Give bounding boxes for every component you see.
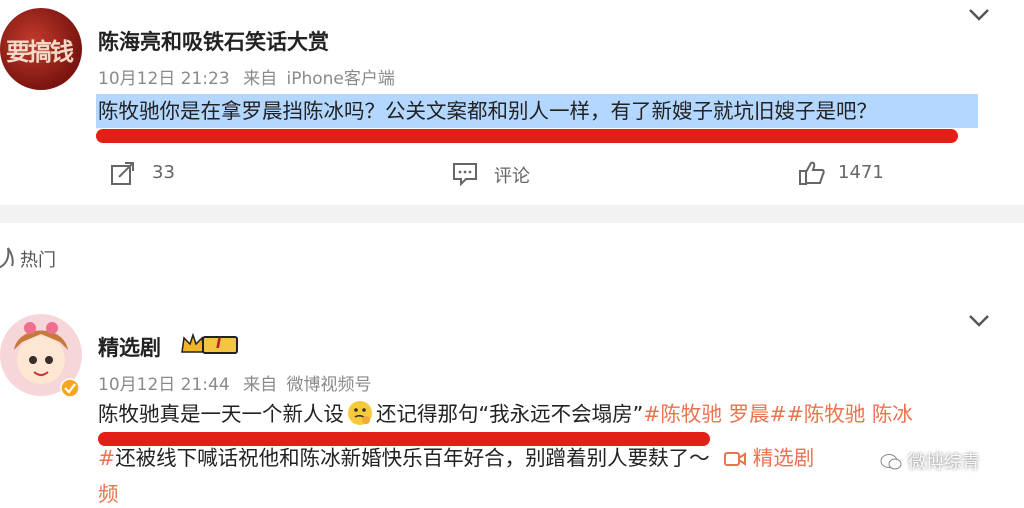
post-text-line-1: 陈牧驰真是一天一个新人设 还记得那句“我永远不会塌房”#陈牧驰 罗晨##陈牧驰 … (98, 400, 913, 428)
hashtag-link[interactable]: #陈牧驰 罗晨##陈牧驰 陈冰 (643, 402, 913, 426)
post-source: iPhone客户端 (286, 69, 395, 89)
avatar-text: 要搞钱 (6, 38, 74, 66)
thinking-emoji-icon (346, 400, 374, 426)
vip-badge[interactable]: I (180, 332, 240, 356)
post-card-1: 要搞钱 陈海亮和吸铁石笑话大赏 10月12日 21:23 来自 iPhone客户… (0, 0, 1024, 205)
source-prefix: 来自 (243, 375, 278, 395)
video-link[interactable]: 精选剧 (724, 446, 814, 470)
post-card-2: 精选剧 I 10月12日 21:44 来自 微博视频号 陈牧驰真是一天一个新人设… (0, 300, 1024, 506)
repost-count[interactable]: 33 (152, 162, 175, 183)
comment-label[interactable]: 评论 (494, 162, 530, 188)
video-link-label: 精选剧 (752, 446, 815, 470)
post-source: 微博视频号 (286, 375, 372, 395)
like-count[interactable]: 1471 (838, 162, 884, 183)
comment-icon[interactable] (452, 162, 478, 186)
like-icon[interactable] (798, 160, 826, 186)
post-meta: 10月12日 21:44 来自 微博视频号 (98, 370, 371, 395)
post-text-line-2: #还被线下喊话祝他和陈冰新婚快乐百年好合，别蹭着别人要麸了～ 精选剧 (98, 444, 814, 472)
repost-icon[interactable] (110, 160, 136, 186)
hashtag-link[interactable]: # (98, 446, 115, 470)
author-name[interactable]: 精选剧 (98, 332, 161, 362)
post-text: 陈牧驰你是在拿罗晨挡陈冰吗？公关文案都和别人一样，有了新嫂子就坑旧嫂子是吧？ (98, 99, 877, 123)
chevron-down-icon[interactable] (968, 314, 990, 328)
red-underline (96, 129, 958, 143)
text-segment: 还记得那句“我永远不会塌房” (376, 402, 644, 426)
section-divider (0, 205, 1024, 223)
hot-icon (0, 247, 14, 269)
video-icon (724, 452, 747, 466)
verified-icon (60, 378, 80, 398)
text-segment: 还被线下喊话祝他和陈冰新婚快乐百年好合，别蹭着别人要麸了～ (115, 446, 710, 470)
wechat-icon (880, 454, 902, 470)
watermark-text: 微博综青 (907, 452, 980, 473)
avatar[interactable]: 要搞钱 (0, 8, 82, 90)
source-prefix: 来自 (243, 69, 278, 89)
chevron-down-icon[interactable] (968, 8, 990, 22)
post-meta: 10月12日 21:23 来自 iPhone客户端 (98, 64, 395, 89)
author-name[interactable]: 陈海亮和吸铁石笑话大赏 (98, 26, 329, 56)
watermark: 微博综青 (880, 448, 1000, 476)
text-segment: 陈牧驰真是一天一个新人设 (98, 402, 344, 426)
badge-level: I (216, 336, 222, 352)
section-label: 热门 (20, 250, 56, 271)
badge-plate: I (202, 336, 238, 354)
post-date: 10月12日 21:44 (98, 375, 230, 395)
post-date: 10月12日 21:23 (98, 69, 230, 89)
